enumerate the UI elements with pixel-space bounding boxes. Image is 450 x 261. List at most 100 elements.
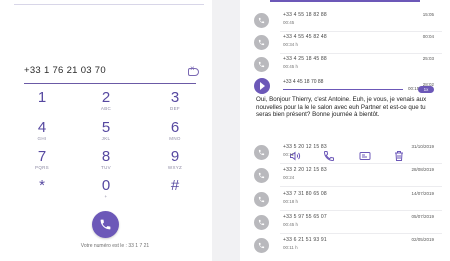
call-log-row[interactable]: +33 7 31 80 65 08 00:18 h 14/07/2019 <box>240 187 450 211</box>
key-letters: ABC <box>100 106 112 111</box>
voicemail-transcript: Oui, Bonjour Thierry, c'est Antoine. Euh… <box>256 96 427 118</box>
call-date: 00:04 <box>422 34 434 39</box>
call-duration: 00:18 h <box>283 199 299 204</box>
key-digit: 9 <box>170 148 180 165</box>
key-star[interactable]: * <box>22 178 62 208</box>
call-log-row[interactable]: +33 5 97 55 65 07 00:45 h 05/07/2019 <box>240 210 450 234</box>
avatar <box>254 168 269 183</box>
call-log-panel: +33 4 55 18 82 88 00:45 15:05 +33 4 55 4… <box>240 0 450 261</box>
key-4[interactable]: 4 GHI <box>22 120 62 150</box>
phone-icon <box>258 39 265 46</box>
call-log-row[interactable]: +33 5 20 12 15 83 00:11 31/10/2019 <box>240 140 450 164</box>
call-date: 14/07/2019 <box>411 191 434 196</box>
call-duration: 00:34 h <box>283 42 299 47</box>
key-5[interactable]: 5 JKL <box>86 120 126 150</box>
avatar <box>254 57 269 72</box>
panel-divider <box>212 0 240 261</box>
playback-speed-button[interactable]: 1x <box>418 86 434 93</box>
call-log-row[interactable]: +33 4 25 18 45 88 00:45 h 25:03 <box>240 52 450 76</box>
play-button[interactable] <box>254 78 270 94</box>
caller-number: +33 7 31 80 65 08 <box>283 191 327 197</box>
key-digit: 2 <box>101 89 111 106</box>
phone-icon <box>258 242 265 249</box>
call-duration: 00:24 <box>283 175 295 180</box>
key-letters: PQRS <box>35 165 49 170</box>
key-digit: 7 <box>37 148 47 165</box>
avatar <box>254 13 269 28</box>
phone-icon <box>258 17 265 24</box>
phone-icon <box>258 172 265 179</box>
key-hash[interactable]: # <box>155 178 195 208</box>
call-duration: 00:45 h <box>283 64 299 69</box>
call-duration: 00:11 <box>283 152 294 157</box>
phone-icon <box>258 196 265 203</box>
key-digit: 4 <box>37 119 47 136</box>
call-duration: 00:45 h <box>283 222 299 227</box>
phone-icon <box>100 219 111 230</box>
key-letters: GHI <box>37 136 47 141</box>
call-log-row[interactable]: +33 4 55 45 82 48 00:34 h 00:04 <box>240 30 450 54</box>
key-8[interactable]: 8 TUV <box>86 149 126 179</box>
playback-progress[interactable] <box>283 89 403 90</box>
key-1[interactable]: 1 <box>22 90 62 120</box>
key-digit: 5 <box>101 119 111 136</box>
key-letters: TUV <box>101 165 111 170</box>
expanded-voicemail: +33 4 45 18 70 88 28:02 00:15 1x Oui, Bo… <box>240 76 450 144</box>
number-underline <box>24 83 196 84</box>
key-letters: JKL <box>101 136 111 141</box>
caller-number: +33 4 45 18 70 88 <box>283 79 324 85</box>
avatar <box>254 215 269 230</box>
key-2[interactable]: 2 ABC <box>86 90 126 120</box>
call-duration: 00:11 h <box>283 245 298 250</box>
key-0[interactable]: 0 + <box>86 178 126 208</box>
key-digit: 0 <box>101 177 111 194</box>
call-date: 05/07/2019 <box>411 214 434 219</box>
dialed-number-field[interactable]: +33 1 76 21 03 70 <box>24 65 106 76</box>
call-date: 25:03 <box>422 56 434 61</box>
key-letters: + <box>104 194 108 199</box>
key-digit: * <box>39 177 45 194</box>
phone-icon <box>258 149 265 156</box>
key-digit: 6 <box>170 119 180 136</box>
caller-number: +33 4 55 45 82 48 <box>283 34 327 40</box>
dialer-panel: +33 1 76 21 03 70 1 2 ABC 3 DEF 4 GHI 5 … <box>0 0 212 261</box>
key-digit: 1 <box>37 89 47 106</box>
number-entry-row: +33 1 76 21 03 70 <box>6 64 206 80</box>
avatar <box>254 35 269 50</box>
caller-number: +33 5 20 12 15 83 <box>283 144 327 150</box>
key-letters: DEF <box>170 106 180 111</box>
caller-number: +33 6 21 51 93 91 <box>283 237 327 243</box>
key-6[interactable]: 6 MNO <box>155 120 195 150</box>
key-digit: 3 <box>170 89 180 106</box>
key-letters: MNO <box>169 136 181 141</box>
avatar <box>254 238 269 253</box>
call-log-row[interactable]: +33 2 20 12 15 83 00:24 28/08/2019 <box>240 163 450 187</box>
call-button[interactable] <box>92 211 119 238</box>
call-log-row[interactable]: +33 6 21 51 93 91 00:11 h 02/05/2019 <box>240 233 450 257</box>
own-number-label: Votre numéro est le : 33 1 7 21 <box>80 243 150 249</box>
caller-number: +33 2 20 12 15 83 <box>283 167 327 173</box>
caller-number: +33 4 25 18 45 88 <box>283 56 327 62</box>
key-digit: # <box>170 177 180 194</box>
key-9[interactable]: 9 WXYZ <box>155 149 195 179</box>
caller-number: +33 4 55 18 82 88 <box>283 12 327 18</box>
key-letters: WXYZ <box>167 165 183 170</box>
phone-icon <box>258 61 265 68</box>
call-log-row[interactable]: +33 4 55 18 82 88 00:45 15:05 <box>240 8 450 32</box>
call-date: 02/05/2019 <box>411 237 434 242</box>
call-date: 28/08/2019 <box>411 167 434 172</box>
call-date: 31/10/2019 <box>411 144 434 149</box>
dialer-top-divider <box>14 4 204 5</box>
caller-number: +33 5 97 55 65 07 <box>283 214 327 220</box>
call-date: 15:05 <box>422 12 434 17</box>
playback-progress-fill <box>283 89 403 90</box>
key-digit: 8 <box>101 148 111 165</box>
backspace-icon[interactable] <box>188 64 199 76</box>
call-duration: 00:45 <box>283 20 295 25</box>
avatar <box>254 145 269 160</box>
key-3[interactable]: 3 DEF <box>155 90 195 120</box>
key-7[interactable]: 7 PQRS <box>22 149 62 179</box>
tab-indicator <box>270 0 420 2</box>
avatar <box>254 192 269 207</box>
phone-icon <box>258 219 265 226</box>
